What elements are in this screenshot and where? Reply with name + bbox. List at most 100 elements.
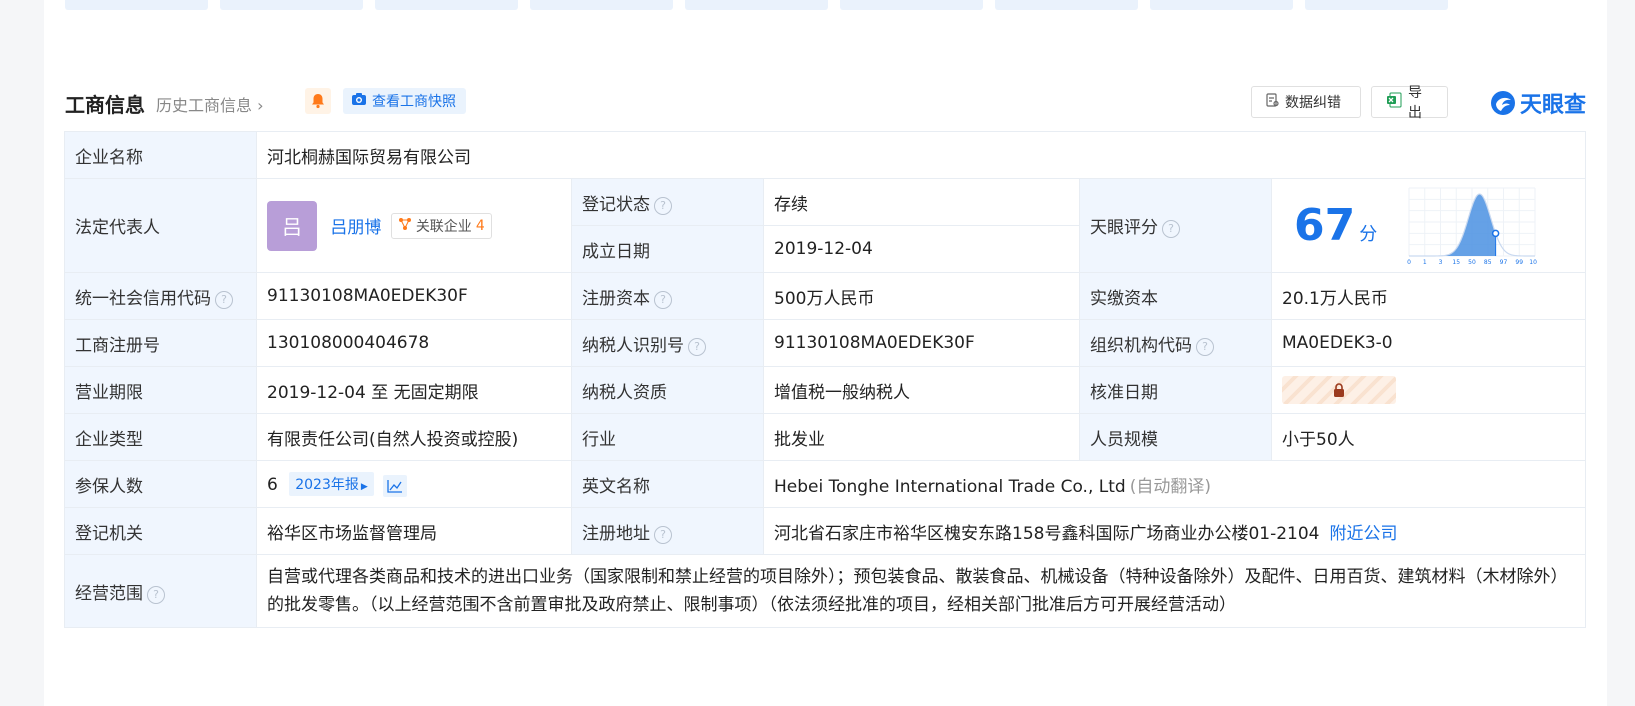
taxpayer-id: 91130108MA0EDEK30F — [763, 319, 1080, 367]
insured-label: 参保人数 — [64, 460, 257, 508]
staff-size-label: 人员规模 — [1079, 413, 1272, 461]
approve-date-cell — [1271, 366, 1586, 414]
business-scope: 自营或代理各类商品和技术的进出口业务（国家限制和禁止经营的项目除外）；预包装食品… — [256, 554, 1586, 628]
tick-label: 85 — [1484, 259, 1492, 266]
reg-capital-label: 注册资本? — [571, 272, 764, 320]
tab-stub[interactable] — [1150, 0, 1293, 10]
related-companies-count: 4 — [475, 217, 485, 234]
approve-date-label: 核准日期 — [1079, 366, 1272, 414]
authority-label: 登记机关 — [64, 507, 257, 555]
related-companies-button[interactable]: 关联企业 4 — [390, 212, 492, 239]
table-row: 企业名称 河北桐赫国际贸易有限公司 — [64, 131, 1586, 179]
tab-strip — [65, 0, 1448, 10]
tab-stub[interactable] — [995, 0, 1138, 10]
help-icon[interactable]: ? — [654, 525, 672, 544]
export-button[interactable]: 导出 — [1371, 85, 1448, 121]
reg-status-label-text: 登记状态 — [582, 194, 650, 215]
paid-capital: 20.1万人民币 — [1271, 272, 1586, 320]
tax-qual-label: 纳税人资质 — [571, 366, 764, 414]
annual-report-label: 2023年报 — [295, 476, 359, 493]
lock-icon — [1334, 383, 1344, 397]
org-code-label: 组织机构代码? — [1079, 319, 1272, 367]
data-correction-label: 数据纠错 — [1285, 95, 1341, 111]
score-distribution-chart: 0 1 3 15 50 85 97 99 100 — [1407, 187, 1537, 266]
nearby-companies-link[interactable]: 附近公司 — [1329, 524, 1397, 544]
org-code: MA0EDEK3-0 — [1271, 319, 1586, 367]
tick-label: 15 — [1453, 259, 1461, 266]
trend-chart-button[interactable] — [383, 474, 408, 497]
legal-rep-cell: 吕 吕朋博 关联企业 4 — [256, 178, 572, 273]
score-area — [1409, 193, 1496, 256]
founded-date: 2019-12-04 — [763, 225, 1080, 273]
table-row: 经营范围? 自营或代理各类商品和技术的进出口业务（国家限制和禁止经营的项目除外）… — [64, 554, 1586, 628]
score-wrap: 67分 0 1 3 15 50 85 97 99 100 — [1282, 186, 1575, 266]
help-icon[interactable]: ? — [688, 337, 706, 356]
export-label: 导出 — [1408, 85, 1422, 121]
business-info-table: 企业名称 河北桐赫国际贸易有限公司 法定代表人 吕 吕朋博 关联企业 4 登记状… — [64, 131, 1586, 628]
table-row: 法定代表人 吕 吕朋博 关联企业 4 登记状态? 存续 天眼评分? 67 分 0 1… — [64, 178, 1586, 273]
taxpayer-id-label-text: 纳税人识别号 — [582, 335, 684, 356]
page-container: 工商信息 历史工商信息 › 查看工商快照 数据纠错 导出 天眼查 企业名称 河北… — [44, 0, 1607, 706]
org-code-label-text: 组织机构代码 — [1090, 335, 1192, 356]
tab-stub[interactable] — [530, 0, 673, 10]
score-value-wrap: 67 分 — [1294, 200, 1377, 251]
avatar[interactable]: 吕 — [267, 200, 317, 251]
annual-report-button[interactable]: 2023年报 ▶ — [289, 471, 374, 496]
table-row: 登记机关 裕华区市场监督管理局 注册地址? 河北省石家庄市裕华区槐安东路158号… — [64, 507, 1586, 555]
help-icon[interactable]: ? — [1196, 337, 1214, 356]
table-row: 参保人数 6 2023年报 ▶ 英文名称 Hebei Tonghe Interna… — [64, 460, 1586, 508]
reg-capital-label-text: 注册资本 — [582, 288, 650, 309]
company-name: 河北桐赫国际贸易有限公司 — [256, 131, 1586, 179]
founded-label: 成立日期 — [571, 225, 764, 273]
credit-code-label: 统一社会信用代码? — [64, 272, 257, 320]
help-icon[interactable]: ? — [147, 585, 165, 604]
section-title: 工商信息 — [65, 93, 145, 117]
insured-count: 6 — [267, 474, 278, 495]
logo-icon — [1490, 91, 1515, 115]
tab-stub[interactable] — [220, 0, 363, 10]
logo-text: 天眼查 — [1519, 93, 1586, 118]
credit-code: 91130108MA0EDEK30F — [256, 272, 572, 320]
edit-document-icon — [1266, 93, 1279, 111]
reg-status-label: 登记状态? — [571, 178, 764, 226]
tax-qual: 增值税一般纳税人 — [763, 366, 1080, 414]
snapshot-button-label: 查看工商快照 — [372, 94, 456, 110]
locked-field[interactable] — [1282, 376, 1396, 404]
legal-rep-label: 法定代表人 — [64, 178, 257, 273]
help-icon[interactable]: ? — [1162, 220, 1180, 238]
chevron-right-icon: › — [252, 96, 264, 115]
network-icon — [398, 217, 412, 235]
tick-label: 50 — [1468, 259, 1476, 266]
data-correction-button[interactable]: 数据纠错 — [1251, 86, 1361, 118]
triangle-right-icon: ▶ — [360, 481, 368, 492]
help-icon[interactable]: ? — [215, 290, 233, 309]
tab-stub[interactable] — [840, 0, 983, 10]
tab-stub[interactable] — [65, 0, 208, 10]
address-label-text: 注册地址 — [582, 523, 650, 544]
tab-stub[interactable] — [1305, 0, 1448, 10]
score-cell[interactable]: 67分 0 1 3 15 50 85 97 99 100 — [1271, 178, 1586, 273]
paid-capital-label: 实缴资本 — [1079, 272, 1272, 320]
credit-code-label-text: 统一社会信用代码 — [75, 288, 211, 309]
company-type-label: 企业类型 — [64, 413, 257, 461]
bell-icon[interactable] — [305, 88, 331, 114]
tick-label: 0 — [1407, 259, 1411, 266]
help-icon[interactable]: ? — [654, 290, 672, 309]
reg-capital: 500万人民币 — [763, 272, 1080, 320]
help-icon[interactable]: ? — [654, 196, 672, 215]
score-label-text: 天眼评分 — [1090, 218, 1158, 238]
history-link[interactable]: 历史工商信息 › — [156, 92, 264, 116]
tab-stub[interactable] — [375, 0, 518, 10]
company-type: 有限责任公司(自然人投资或控股) — [256, 413, 572, 461]
tab-stub[interactable] — [685, 0, 828, 10]
legal-rep-link[interactable]: 吕朋博 — [330, 218, 381, 238]
line-chart-icon — [387, 479, 403, 493]
snapshot-button[interactable]: 查看工商快照 — [343, 88, 466, 114]
english-name-note: (自动翻译) — [1129, 476, 1211, 497]
taxpayer-id-label: 纳税人识别号? — [571, 319, 764, 367]
tianyancha-logo[interactable]: 天眼查 — [1490, 87, 1586, 119]
score-value: 67 — [1294, 200, 1356, 251]
insured-cell: 6 2023年报 ▶ — [256, 460, 572, 508]
tick-label: 3 — [1439, 259, 1443, 266]
table-row: 工商注册号 130108000404678 纳税人识别号? 91130108MA… — [64, 319, 1586, 367]
